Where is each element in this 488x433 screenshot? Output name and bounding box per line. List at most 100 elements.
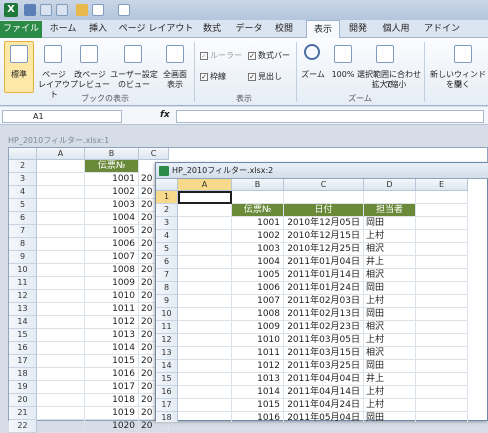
column-header[interactable]: B [85, 148, 139, 160]
cell[interactable] [416, 360, 468, 373]
cell-date[interactable]: 2011年04月24日 [284, 399, 364, 412]
cell[interactable] [37, 420, 85, 433]
cell[interactable] [37, 186, 85, 199]
cell[interactable] [416, 399, 468, 412]
undo-icon[interactable] [40, 4, 52, 16]
cell-date[interactable]: 2011年02月13日 [284, 308, 364, 321]
row-header[interactable]: 14 [9, 316, 37, 329]
cell-staff[interactable]: 上村 [364, 295, 416, 308]
cell-staff[interactable]: 井上 [364, 373, 416, 386]
window2-title[interactable]: HP_2010フィルター.xlsx:2 [156, 163, 488, 179]
row-header[interactable]: 7 [156, 269, 178, 282]
cell[interactable] [37, 316, 85, 329]
cell-date[interactable]: 2010年12月15日 [284, 230, 364, 243]
cell[interactable] [416, 308, 468, 321]
tab-file[interactable]: ファイル [0, 21, 42, 38]
cell[interactable] [37, 160, 85, 173]
row-header[interactable]: 7 [9, 225, 37, 238]
cell[interactable] [364, 191, 416, 204]
cell[interactable] [37, 355, 85, 368]
headings-checkbox[interactable]: ✓ [248, 73, 256, 81]
row-header[interactable]: 5 [9, 199, 37, 212]
cell-voucher-no[interactable]: 1008 [85, 264, 139, 277]
row-header[interactable]: 10 [156, 308, 178, 321]
tab-home[interactable]: ホーム [48, 20, 78, 38]
cell-voucher-no[interactable]: 1016 [85, 368, 139, 381]
cell-voucher-no[interactable]: 1001 [232, 217, 284, 230]
cell[interactable] [178, 321, 232, 334]
cell-date[interactable]: 2011年03月05日 [284, 334, 364, 347]
row-header[interactable]: 2 [9, 160, 37, 173]
row-header[interactable]: 18 [9, 368, 37, 381]
cell-voucher-no[interactable]: 1011 [85, 303, 139, 316]
new-file-icon[interactable] [92, 4, 104, 16]
cell[interactable] [178, 243, 232, 256]
row-header[interactable]: 14 [156, 360, 178, 373]
tab-formulas[interactable]: 数式 [198, 20, 226, 38]
cell[interactable] [416, 243, 468, 256]
print-icon[interactable] [118, 4, 130, 16]
cell-staff[interactable]: 岡田 [364, 217, 416, 230]
cell[interactable] [416, 269, 468, 282]
header-cell[interactable]: 日付 [284, 204, 364, 217]
cell[interactable] [178, 295, 232, 308]
cell-staff[interactable]: 岡田 [364, 282, 416, 295]
zoom-100-icon[interactable] [334, 45, 352, 63]
cell[interactable] [232, 191, 284, 204]
cell-date[interactable]: 2010年12月05日 [284, 217, 364, 230]
cell[interactable] [37, 264, 85, 277]
new-window-icon[interactable] [454, 45, 472, 63]
cell-voucher-no[interactable]: 1002 [85, 186, 139, 199]
cell-staff[interactable]: 上村 [364, 399, 416, 412]
tab-addins[interactable]: アドイン [420, 20, 464, 38]
cell[interactable] [37, 342, 85, 355]
tab-developer[interactable]: 開発 [344, 20, 372, 38]
zoom-icon[interactable] [304, 44, 320, 60]
fx-icon[interactable]: fx [160, 110, 170, 120]
cell[interactable] [284, 191, 364, 204]
cell-date[interactable]: 2010年12月25日 [284, 243, 364, 256]
column-header[interactable]: A [37, 148, 85, 160]
column-header[interactable]: D [364, 179, 416, 191]
cell-staff[interactable]: 上村 [364, 230, 416, 243]
row-header[interactable]: 13 [156, 347, 178, 360]
cell-date[interactable]: 2011年01月24日 [284, 282, 364, 295]
cell[interactable] [178, 217, 232, 230]
cell-voucher-no[interactable]: 1001 [85, 173, 139, 186]
row-header[interactable]: 9 [9, 251, 37, 264]
cell-voucher-no[interactable]: 1019 [85, 407, 139, 420]
cell-voucher-no[interactable]: 1010 [232, 334, 284, 347]
cell-voucher-no[interactable]: 1010 [85, 290, 139, 303]
row-header[interactable]: 19 [9, 381, 37, 394]
cell-voucher-no[interactable]: 1008 [232, 308, 284, 321]
cell[interactable] [416, 373, 468, 386]
formula-bar-checkbox[interactable]: ✓ [248, 52, 256, 60]
window2-grid[interactable]: A B C D E 1 2 伝票№ 日付 担当者 3 1001 2010年12月05日 岡田 4 1002 20… [156, 179, 488, 422]
cell-staff[interactable]: 相沢 [364, 321, 416, 334]
page-layout-icon[interactable] [44, 45, 62, 63]
tab-data[interactable]: データ [232, 20, 266, 38]
row-header[interactable]: 21 [9, 407, 37, 420]
row-header[interactable]: 16 [156, 386, 178, 399]
cell-voucher-no[interactable]: 1005 [232, 269, 284, 282]
row-header[interactable]: 11 [9, 277, 37, 290]
cell-staff[interactable]: 岡田 [364, 308, 416, 321]
window2[interactable]: HP_2010フィルター.xlsx:2 A B C D E 1 2 伝票№ 日付 担当者 3 1001… [155, 162, 488, 422]
cell[interactable] [37, 407, 85, 420]
row-header[interactable]: 8 [9, 238, 37, 251]
open-folder-icon[interactable] [76, 4, 88, 16]
cell[interactable] [178, 269, 232, 282]
cell-voucher-no[interactable]: 1015 [85, 355, 139, 368]
row-header[interactable]: 15 [156, 373, 178, 386]
cell[interactable] [37, 199, 85, 212]
cell-date[interactable]: 2011年04月14日 [284, 386, 364, 399]
column-header[interactable]: C [139, 148, 169, 160]
cell-voucher-no[interactable]: 1014 [232, 386, 284, 399]
cell-voucher-no[interactable]: 1004 [85, 212, 139, 225]
cell[interactable] [37, 212, 85, 225]
cell-voucher-no[interactable]: 1013 [232, 373, 284, 386]
cell-date[interactable]: 2011年02月23日 [284, 321, 364, 334]
cell-voucher-no[interactable]: 1006 [232, 282, 284, 295]
formula-input[interactable] [176, 110, 484, 123]
header-cell[interactable]: 担当者 [364, 204, 416, 217]
